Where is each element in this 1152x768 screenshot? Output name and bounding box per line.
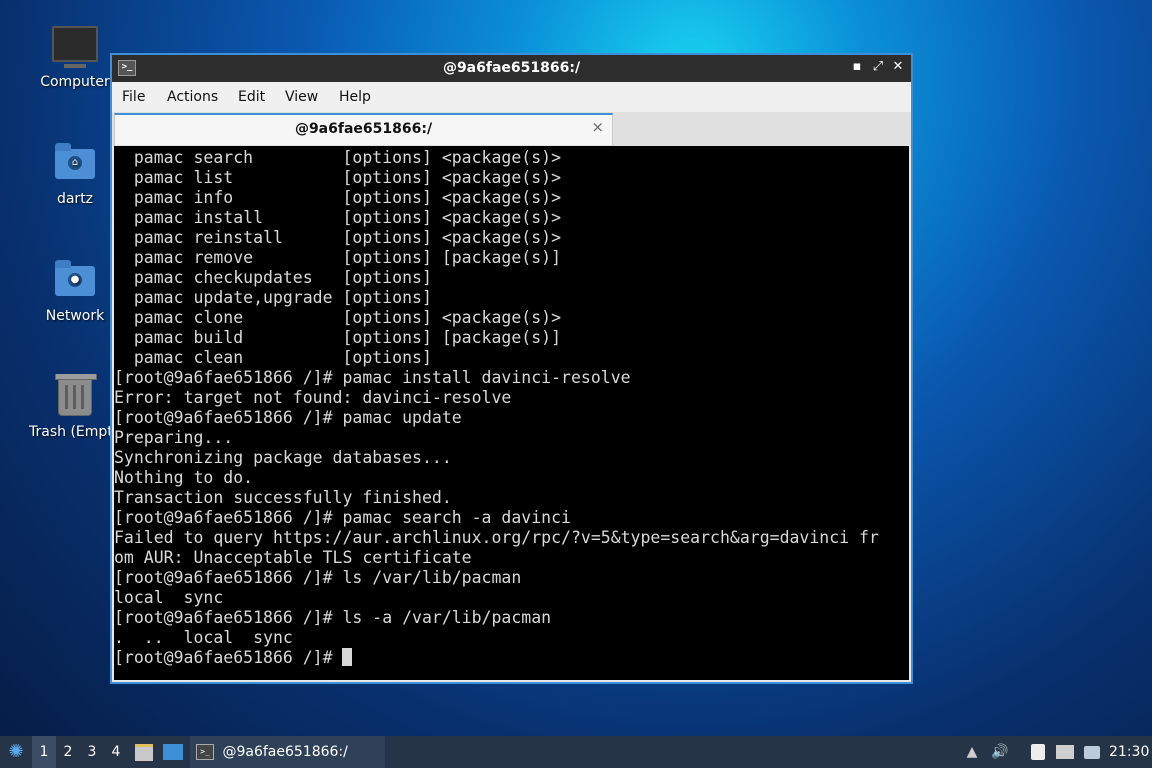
minimize-button[interactable]: ▪	[849, 59, 865, 75]
terminal-line: Transaction successfully finished.	[114, 488, 452, 507]
terminal-line: Synchronizing package databases...	[114, 448, 452, 467]
terminal-line: pamac build [options] [package(s)]	[114, 328, 562, 347]
file-manager-launcher-icon[interactable]	[133, 736, 155, 768]
tab-terminal[interactable]: @9a6fae651866:/ ×	[114, 113, 613, 145]
terminal-line: om AUR: Unacceptable TLS certificate	[114, 548, 472, 567]
menu-actions[interactable]: Actions	[167, 89, 218, 105]
terminal-line: [root@9a6fae651866 /]# ls -a /var/lib/pa…	[114, 608, 552, 627]
taskbar: ✺ 1 2 3 4 >_ @9a6fae651866:/ ▲ 🔊 21:30	[0, 736, 1152, 768]
workspace-1[interactable]: 1	[32, 736, 56, 768]
terminal-line: pamac reinstall [options] <package(s)>	[114, 228, 562, 247]
menu-file[interactable]: File	[122, 89, 145, 105]
terminal-output[interactable]: pamac search [options] <package(s)> pama…	[114, 146, 909, 680]
terminal-line: pamac update,upgrade [options]	[114, 288, 432, 307]
workspace-4[interactable]: 4	[104, 736, 128, 768]
show-desktop-icon[interactable]	[161, 736, 185, 768]
text-cursor	[342, 648, 353, 666]
terminal-line: pamac list [options] <package(s)>	[114, 168, 562, 187]
terminal-line: [root@9a6fae651866 /]# pamac update	[114, 408, 462, 427]
menu-help[interactable]: Help	[339, 89, 371, 105]
tab-bar: @9a6fae651866:/ ×	[112, 112, 911, 146]
volume-icon[interactable]: 🔊	[990, 736, 1010, 768]
window-titlebar[interactable]: >_ @9a6fae651866:/ ▪ ⤢ ✕	[112, 55, 911, 82]
terminal-window: >_ @9a6fae651866:/ ▪ ⤢ ✕ File Actions Ed…	[110, 53, 913, 684]
terminal-line: pamac remove [options] [package(s)]	[114, 248, 562, 267]
terminal-line: pamac clean [options]	[114, 348, 432, 367]
tab-label: @9a6fae651866:/	[294, 121, 433, 137]
tab-close-icon[interactable]: ×	[591, 118, 604, 136]
terminal-line: pamac info [options] <package(s)>	[114, 188, 562, 207]
terminal-prompt-line[interactable]: [root@9a6fae651866 /]#	[114, 648, 909, 668]
menu-view[interactable]: View	[285, 89, 318, 105]
workspace-3[interactable]: 3	[80, 736, 104, 768]
menubar: File Actions Edit View Help	[112, 82, 911, 112]
clipboard-icon[interactable]	[1028, 736, 1048, 768]
window-title: @9a6fae651866:/	[442, 60, 581, 76]
maximize-button[interactable]: ⤢	[870, 59, 886, 75]
tray-up-arrow-icon[interactable]: ▲	[962, 736, 982, 768]
terminal-line: [root@9a6fae651866 /]# ls /var/lib/pacma…	[114, 568, 522, 587]
close-button[interactable]: ✕	[890, 59, 906, 75]
terminal-line: pamac install [options] <package(s)>	[114, 208, 562, 227]
network-icon[interactable]	[1055, 736, 1075, 768]
taskbar-task-label: @9a6fae651866:/	[222, 744, 348, 760]
desktop: Computer ⌂ dartz ● Network Trash (Empty)…	[0, 0, 1152, 768]
terminal-task-icon: >_	[196, 744, 214, 760]
terminal-line: pamac clone [options] <package(s)>	[114, 308, 562, 327]
taskbar-task-terminal[interactable]: >_ @9a6fae651866:/	[190, 736, 385, 768]
notification-icon[interactable]	[1082, 736, 1102, 768]
start-menu-icon[interactable]: ✺	[4, 736, 28, 768]
terminal-line: local sync	[114, 588, 224, 607]
terminal-line: [root@9a6fae651866 /]# pamac search -a d…	[114, 508, 571, 527]
clock[interactable]: 21:30	[1109, 736, 1149, 768]
terminal-prompt: [root@9a6fae651866 /]#	[114, 648, 343, 667]
terminal-line: Preparing...	[114, 428, 234, 447]
terminal-line: pamac checkupdates [options]	[114, 268, 432, 287]
terminal-line: Error: target not found: davinci-resolve	[114, 388, 512, 407]
terminal-line: [root@9a6fae651866 /]# pamac install dav…	[114, 368, 631, 387]
terminal-line: Failed to query https://aur.archlinux.or…	[114, 528, 879, 547]
terminal-line: . .. local sync	[114, 628, 293, 647]
terminal-line: Nothing to do.	[114, 468, 254, 487]
menu-edit[interactable]: Edit	[238, 89, 265, 105]
terminal-line: pamac search [options] <package(s)>	[114, 148, 562, 167]
workspace-2[interactable]: 2	[56, 736, 80, 768]
